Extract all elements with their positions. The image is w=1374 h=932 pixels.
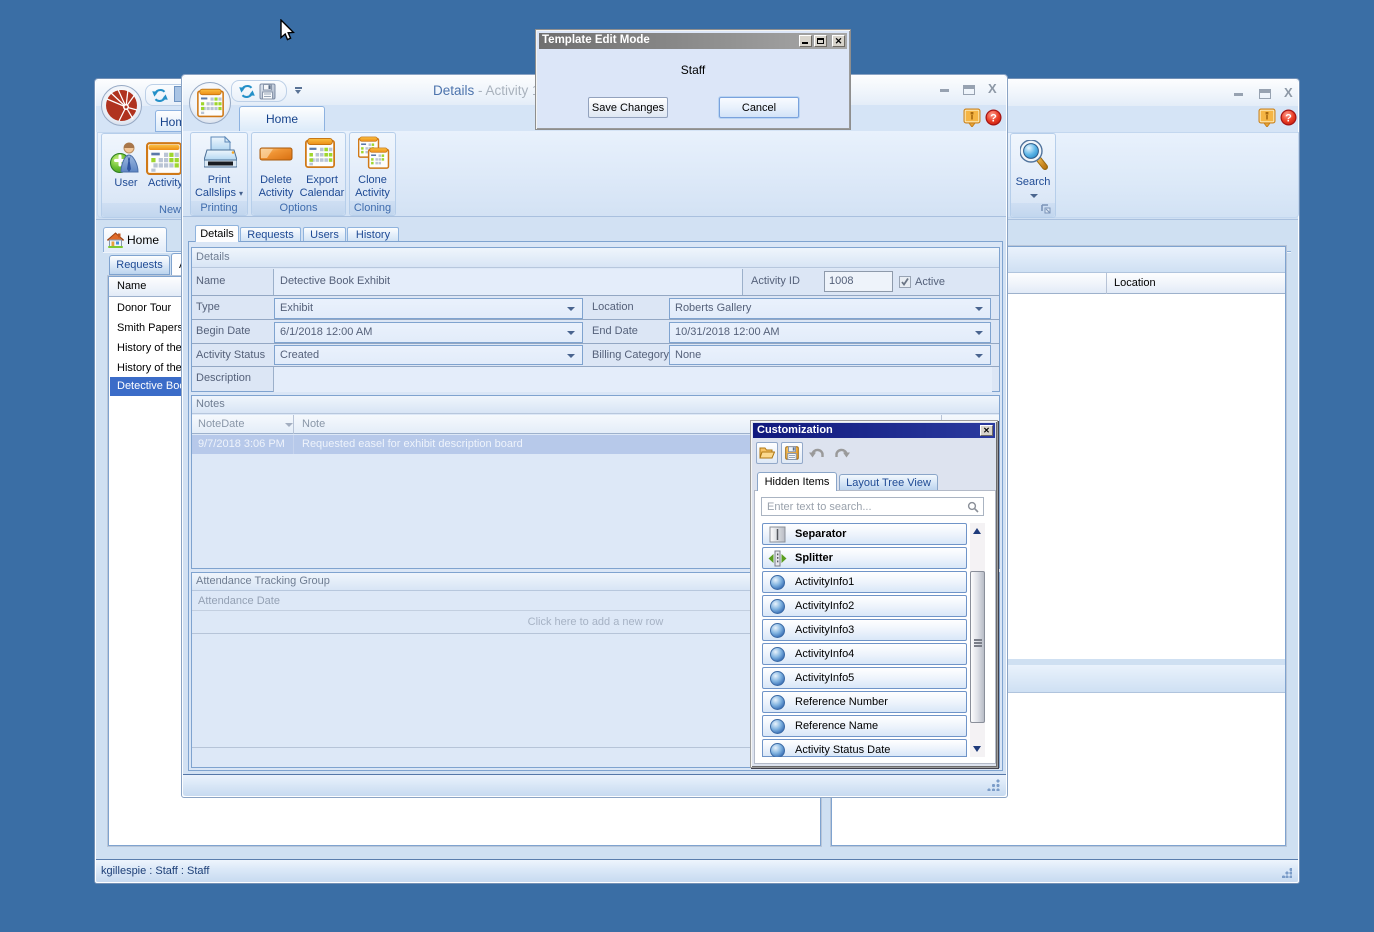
svg-text:?: ?: [1285, 113, 1292, 125]
svg-text:?: ?: [990, 113, 997, 125]
